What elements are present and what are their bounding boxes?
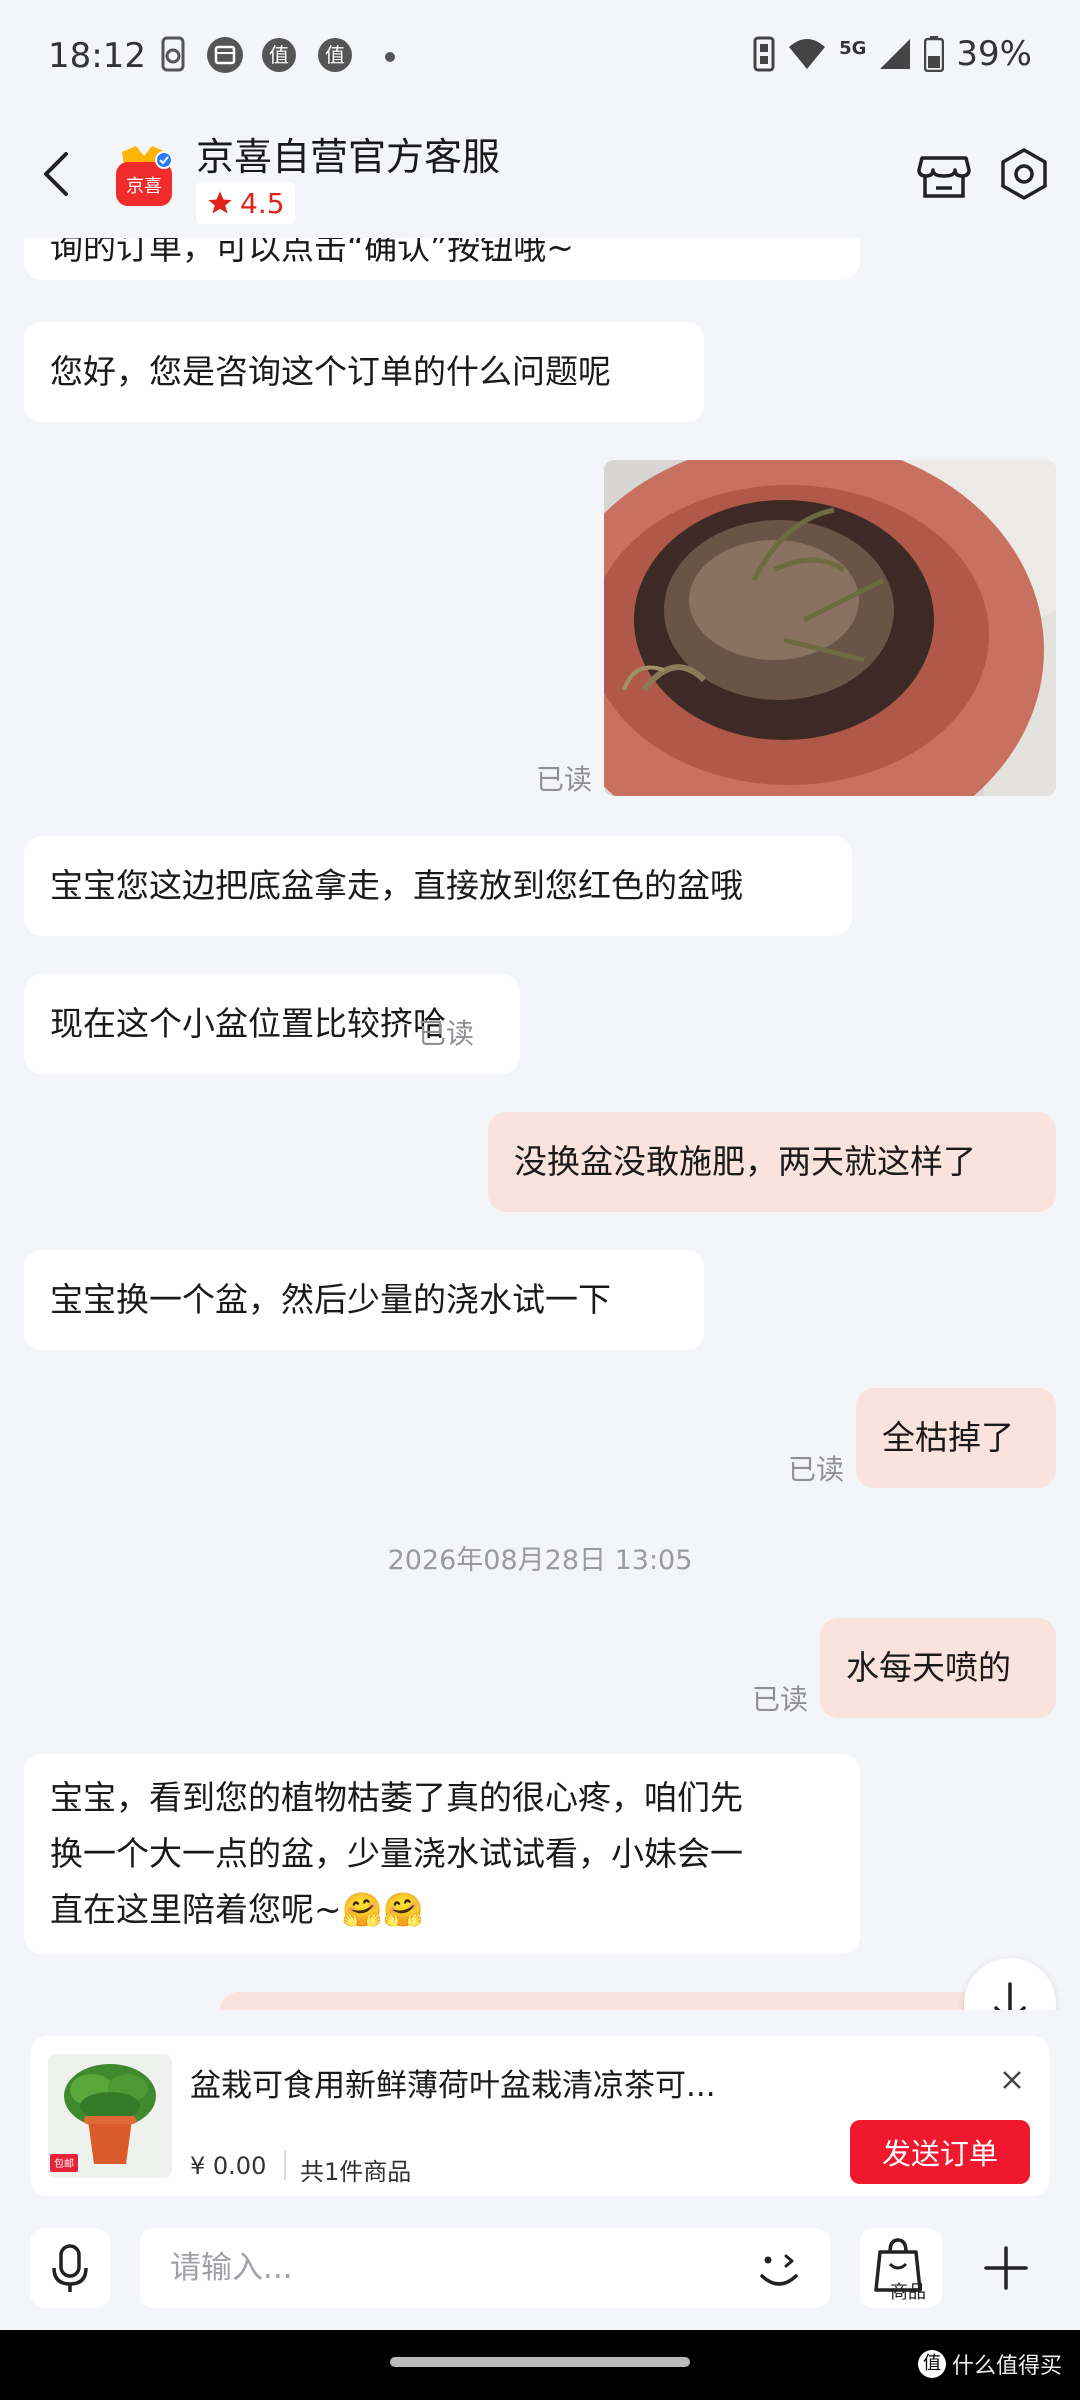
nfc-icon xyxy=(753,36,775,72)
sent-plant-photo[interactable] xyxy=(604,460,1056,796)
incoming-message: 宝宝换一个盆，然后少量的浇水试一下 xyxy=(24,1250,704,1350)
message-text: 现在这个小盆位置比较挤哈 xyxy=(50,1004,446,1043)
screen-record-icon xyxy=(161,36,185,72)
logo-text: 京喜 xyxy=(126,176,162,197)
battery-icon xyxy=(924,36,945,72)
message-text: 询的订单，可以点击“确认”按钮哦~ xyxy=(50,238,574,267)
calendar-icon xyxy=(207,37,243,73)
emoji-icon[interactable] xyxy=(744,2234,814,2304)
message-text: 您好，您是咨询这个订单的什么问题呢 xyxy=(50,352,611,391)
message-input[interactable] xyxy=(140,2228,830,2308)
wifi-icon xyxy=(789,39,826,69)
read-receipt: 已读 xyxy=(536,763,593,796)
more-notifications-dot xyxy=(385,52,395,62)
chat-header: 京喜 京喜自营官方客服 4.5 xyxy=(0,116,1080,238)
outgoing-message: 没换盆没敢施肥，两天就这样了 xyxy=(488,1112,1056,1212)
chat-messages[interactable]: 询的订单，可以点击“确认”按钮哦~ 您好，您是咨询这个订单的什么问题呢 已读 宝… xyxy=(0,238,1080,2010)
close-icon[interactable] xyxy=(988,2056,1036,2104)
back-arrow-icon[interactable] xyxy=(30,144,90,204)
read-receipt: 已读 xyxy=(418,1017,475,1050)
watermark-text: 什么值得买 xyxy=(951,2354,1062,2379)
message-text: 全枯掉了 xyxy=(882,1418,1014,1457)
voice-input-button[interactable] xyxy=(30,2228,110,2308)
outgoing-message: 全枯掉了 xyxy=(856,1388,1056,1488)
watermark: 值 什么值得买 xyxy=(917,2348,1062,2380)
goods-label: 商品 xyxy=(890,2282,926,2303)
plant-photo-image xyxy=(604,460,1056,796)
order-product-card[interactable]: 包邮 盆栽可食用新鲜薄荷叶盆栽清凉茶可... ¥ 0.00 共1件商品 发送订单 xyxy=(30,2036,1050,2196)
signal-icon xyxy=(880,39,911,69)
goods-button[interactable]: 商品 xyxy=(860,2228,942,2308)
incoming-message: 宝宝您这边把底盆拿走，直接放到您红色的盆哦 xyxy=(24,836,852,936)
home-indicator[interactable] xyxy=(390,2357,690,2367)
send-order-button[interactable]: 发送订单 xyxy=(850,2120,1030,2184)
arrow-down-icon xyxy=(994,1982,1026,2010)
read-receipt: 已读 xyxy=(752,1683,809,1716)
rating-badge: 4.5 xyxy=(196,182,295,224)
message-text: 宝宝换一个盆，然后少量的浇水试一下 xyxy=(50,1280,611,1319)
price-divider xyxy=(284,2150,286,2180)
product-thumbnail[interactable]: 包邮 xyxy=(48,2054,172,2178)
input-bar: 商品 xyxy=(0,2210,1080,2330)
watermark-icon: 值 xyxy=(917,2350,946,2378)
incoming-message: 您好，您是咨询这个订单的什么问题呢 xyxy=(24,322,704,422)
jingxi-logo: 京喜 xyxy=(116,146,173,206)
zhi-app-icon: 值 xyxy=(262,38,296,72)
message-text-line: 换一个大一点的盆，少量浇水试试看，小妹会一 xyxy=(50,1834,743,1873)
network-type: 5G xyxy=(839,37,867,59)
rating-value: 4.5 xyxy=(240,186,285,220)
product-count: 共1件商品 xyxy=(300,2158,412,2186)
scroll-to-bottom-button[interactable] xyxy=(964,1958,1056,2010)
message-text: 宝宝您这边把底盆拿走，直接放到您红色的盆哦 xyxy=(50,866,743,905)
microphone-icon xyxy=(52,2244,88,2292)
incoming-message: 询的订单，可以点击“确认”按钮哦~ xyxy=(24,238,860,280)
thumb-badge-text: 包邮 xyxy=(54,2157,74,2170)
incoming-message: 宝宝，看到您的植物枯萎了真的很心疼，咱们先 换一个大一点的盆，少量浇水试试看，小… xyxy=(24,1754,860,1954)
status-bar: 18:12 值 值 5G 39% xyxy=(0,0,1080,116)
outgoing-message-partial xyxy=(220,1992,980,2010)
zhi-app-icon: 值 xyxy=(318,38,352,72)
message-text-line: 宝宝，看到您的植物枯萎了真的很心疼，咱们先 xyxy=(50,1778,743,1817)
outgoing-message: 水每天喷的 xyxy=(820,1618,1056,1718)
product-title[interactable]: 盆栽可食用新鲜薄荷叶盆栽清凉茶可... xyxy=(190,2060,716,2105)
store-icon[interactable] xyxy=(914,144,974,204)
status-time: 18:12 xyxy=(48,36,146,76)
read-receipt: 已读 xyxy=(788,1453,845,1486)
star-icon xyxy=(208,191,232,214)
system-nav-bar: 值 什么值得买 xyxy=(0,2330,1080,2400)
settings-icon[interactable] xyxy=(994,144,1054,204)
message-text: 水每天喷的 xyxy=(846,1648,1011,1687)
message-text: 没换盆没敢施肥，两天就这样了 xyxy=(514,1142,976,1181)
chat-timestamp: 2026年08月28日 13:05 xyxy=(387,1545,693,1576)
product-price: ¥ 0.00 xyxy=(190,2152,267,2180)
mint-plant-image: 包邮 xyxy=(48,2054,172,2178)
plus-icon[interactable] xyxy=(966,2228,1046,2308)
message-text-line: 直在这里陪着您呢~🤗🤗 xyxy=(50,1890,424,1929)
battery-percent: 39% xyxy=(956,34,1032,74)
shop-name: 京喜自营官方客服 xyxy=(196,135,501,179)
status-right: 5G 39% xyxy=(753,34,1032,74)
